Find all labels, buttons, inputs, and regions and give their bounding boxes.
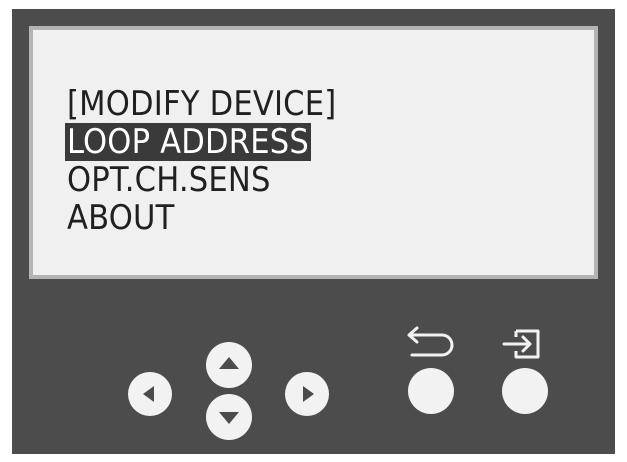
back-button[interactable]: [408, 368, 454, 414]
down-button[interactable]: [206, 394, 252, 440]
lcd-screen: [MODIFY DEVICE] LOOP ADDRESS OPT.CH.SENS…: [29, 26, 598, 279]
left-arrow-icon: [143, 386, 154, 402]
left-button[interactable]: [128, 372, 172, 416]
menu-item-opt-ch-sens[interactable]: OPT.CH.SENS: [65, 161, 273, 199]
enter-button[interactable]: [502, 368, 548, 414]
menu-list: [MODIFY DEVICE] LOOP ADDRESS OPT.CH.SENS…: [65, 85, 338, 237]
right-arrow-icon: [303, 386, 314, 402]
menu-item-modify-device[interactable]: [MODIFY DEVICE]: [65, 85, 338, 123]
menu-item-about[interactable]: ABOUT: [65, 199, 176, 237]
right-button[interactable]: [285, 372, 329, 416]
down-arrow-icon: [219, 412, 239, 424]
back-arrow-icon: [407, 326, 454, 357]
menu-item-loop-address[interactable]: LOOP ADDRESS: [65, 123, 311, 161]
device-panel: [MODIFY DEVICE] LOOP ADDRESS OPT.CH.SENS…: [12, 9, 615, 454]
enter-icon: [502, 329, 540, 359]
up-button[interactable]: [206, 342, 252, 388]
up-arrow-icon: [219, 357, 239, 369]
